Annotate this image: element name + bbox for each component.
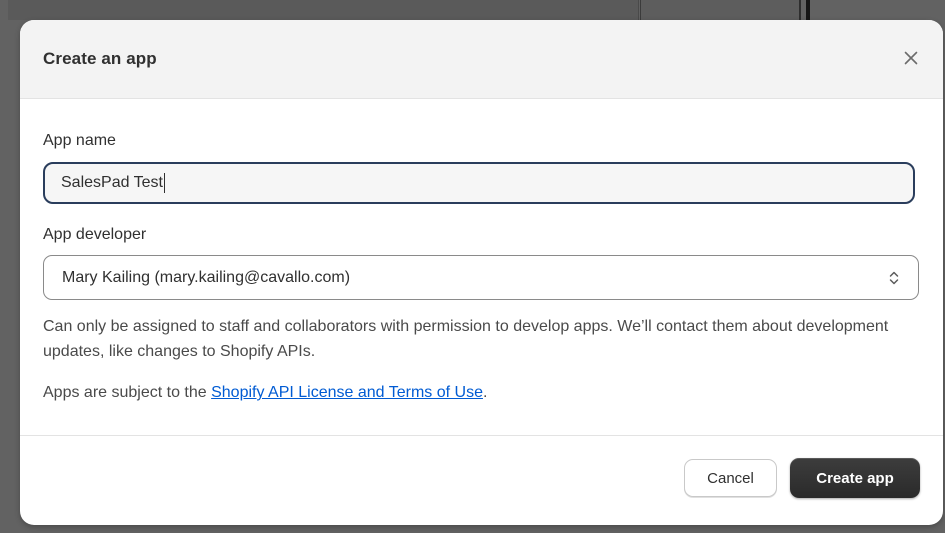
dialog-body: App name SalesPad Test App developer Mar… [20,99,943,436]
close-icon [904,51,918,65]
background-divider [806,0,810,22]
dialog-header: Create an app [20,20,943,99]
app-developer-select[interactable]: Mary Kailing (mary.kailing@cavallo.com) [43,255,919,300]
app-developer-help-text: Can only be assigned to staff and collab… [43,318,889,360]
app-name-input[interactable]: SalesPad Test [43,162,915,204]
terms-link[interactable]: Shopify API License and Terms of Use [211,384,483,401]
cancel-button[interactable]: Cancel [684,459,777,497]
terms-suffix: . [482,384,488,401]
terms-notice: Apps are subject to the Shopify API Lice… [43,384,487,402]
app-developer-label: App developer [43,226,147,243]
create-app-dialog: Create an app App name SalesPad Test App… [20,20,943,525]
app-name-label: App name [43,132,116,149]
background-panel [8,0,639,20]
create-app-button[interactable]: Create app [790,458,920,498]
close-button[interactable] [899,46,923,70]
select-chevrons-icon [889,271,899,284]
app-name-value: SalesPad Test [61,174,163,191]
text-caret [164,173,165,193]
background-panel [640,0,801,20]
dialog-title: Create an app [43,49,157,68]
app-developer-selected-value: Mary Kailing (mary.kailing@cavallo.com) [62,268,351,286]
dialog-footer: Cancel Create app [20,436,943,525]
terms-prefix: Apps are subject to the [43,384,212,401]
